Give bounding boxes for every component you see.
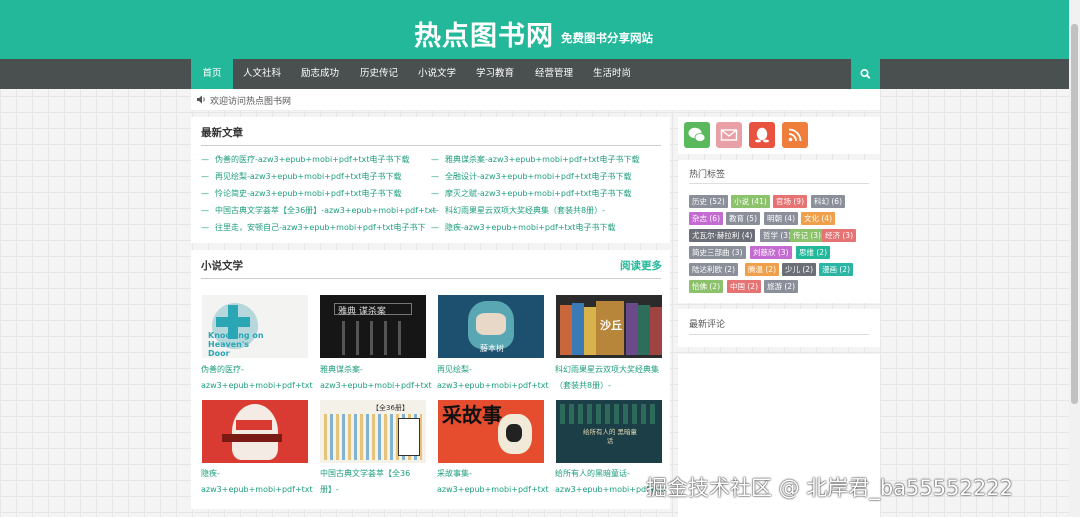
mail-button[interactable]	[716, 122, 742, 148]
tags-panel: 热门标签 历史 (52) 小说 (41) 官场 (9) 科幻 (6) 杂志 (6) 教育 …	[678, 160, 880, 303]
book-title-link[interactable]: 再见绘梨-azw3+epub+mobi+pdf+txt	[437, 362, 549, 394]
book-cover[interactable]: 藤本树	[438, 295, 544, 358]
book-title-link[interactable]: 中国古典文学荟萃【全36 册】-	[320, 466, 432, 498]
cover-title: 藤本树	[480, 344, 504, 353]
tag-item[interactable]: 中国 (2)	[727, 280, 762, 293]
fiction-panel: 小说文学 阅读更多 Knocking on Heaven's Door 雅典 谋…	[191, 250, 670, 509]
tag-item[interactable]: 少儿 (2)	[782, 263, 817, 276]
tag-item[interactable]: 刘慈欣 (3)	[750, 246, 792, 259]
cover-title: 给所有人的 黑暗童话	[582, 428, 638, 445]
nav-motivation[interactable]: 励志成功	[294, 59, 346, 89]
article-link[interactable]: — 再见绘梨-azw3+epub+mobi+pdf+txt电子书下载	[201, 171, 402, 182]
article-link[interactable]: — 怜论简史-azw3+epub+mobi+pdf+txt电子书下载	[201, 188, 402, 199]
site-slogan: 免费图书分享网站	[561, 31, 653, 45]
cover-title: 采故事	[442, 403, 502, 427]
article-link[interactable]: — 全融设计-azw3+epub+mobi+pdf+txt电子书下载	[431, 171, 632, 182]
book-cover[interactable]: 雅典 谋杀案	[320, 295, 426, 358]
tag-item[interactable]: 漫画 (2)	[819, 263, 854, 276]
tag-item[interactable]: 历史 (52)	[689, 195, 728, 208]
divider	[689, 183, 869, 184]
nav-education[interactable]: 学习教育	[469, 59, 521, 89]
nav-fiction[interactable]: 小说文学	[411, 59, 463, 89]
tag-item[interactable]: 哲学 (3)	[760, 229, 795, 242]
tag-item[interactable]: 杂志 (6)	[689, 212, 724, 225]
notice-text: 欢迎访问热点图书网	[210, 97, 292, 107]
tag-item[interactable]: 传记 (3)	[790, 229, 825, 242]
tag-item[interactable]: 教育 (5)	[726, 212, 761, 225]
tag-item[interactable]: 陆达利欧 (2)	[689, 263, 739, 276]
site-title[interactable]: 热点图书网	[414, 14, 554, 53]
tag-item[interactable]: 尤瓦尔·赫拉利 (4)	[689, 229, 756, 242]
book-title-link[interactable]: 伪善的医疗-azw3+epub+mobi+pdf+txt	[201, 362, 313, 394]
cover-title: 【全36册】	[372, 404, 409, 412]
scrollbar-thumb[interactable]	[1071, 24, 1078, 404]
qq-icon	[755, 127, 769, 143]
speaker-icon	[197, 95, 205, 104]
article-link[interactable]: — 隐疾-azw3+epub+mobi+pdf+txt电子书下载	[431, 222, 616, 233]
article-link[interactable]: — 伪善的医疗-azw3+epub+mobi+pdf+txt电子书下载	[201, 154, 410, 165]
tag-item[interactable]: 明朝 (4)	[764, 212, 799, 225]
tags-title: 热门标签	[689, 170, 726, 180]
book-title-link[interactable]: 科幻雨果星云双项大奖经典集 （套装共8册）-	[555, 362, 667, 394]
tag-item[interactable]: 腾温 (2)	[745, 263, 780, 276]
comments-panel: 最新评论	[678, 309, 880, 347]
nav-lifestyle[interactable]: 生活时尚	[586, 59, 638, 89]
fiction-section-title: 小说文学	[201, 260, 243, 272]
wechat-button[interactable]	[684, 122, 710, 148]
tag-item[interactable]: 旅游 (2)	[764, 280, 799, 293]
nav-home[interactable]: 首页	[191, 59, 233, 89]
cover-subtext	[262, 301, 302, 327]
wechat-icon	[688, 127, 706, 142]
tag-item[interactable]: 小说 (41)	[731, 195, 770, 208]
qq-button[interactable]	[749, 122, 775, 148]
divider	[689, 334, 869, 335]
latest-articles-title: 最新文章	[201, 127, 243, 139]
cover-title: 雅典 谋杀案	[338, 307, 386, 317]
nav-humanities[interactable]: 人文社科	[236, 59, 288, 89]
read-more-link[interactable]: 阅读更多	[620, 258, 662, 273]
comments-title: 最新评论	[689, 320, 726, 330]
notice-bar: 欢迎访问热点图书网	[191, 89, 880, 111]
article-link[interactable]: — 雅典谋杀案-azw3+epub+mobi+pdf+txt电子书下载	[431, 154, 640, 165]
tag-item[interactable]: 恰佛 (2)	[689, 280, 724, 293]
social-panel	[678, 117, 880, 154]
article-link[interactable]: — 科幻雨果星云双项大奖经典集（套装共8册）-	[431, 205, 605, 216]
latest-articles-panel: 最新文章 — 伪善的医疗-azw3+epub+mobi+pdf+txt电子书下载 …	[191, 117, 670, 243]
article-link[interactable]: — 中国古典文学荟萃【全36册】-azw3+epub+mobi+pdf+txt	[201, 205, 436, 216]
book-cover[interactable]	[202, 400, 308, 463]
tag-item[interactable]: 简史三部曲 (3)	[689, 246, 746, 259]
divider	[201, 278, 661, 279]
rss-icon	[788, 128, 802, 142]
article-link[interactable]: — 往里走，安顿自己-azw3+epub+mobi+pdf+txt电子书下	[201, 222, 426, 233]
watermark: 掘金技术社区 @ 北岸君_ba55552222	[646, 476, 1013, 500]
book-title-link[interactable]: 采故事集-azw3+epub+mobi+pdf+txt	[437, 466, 549, 498]
tag-item[interactable]: 官场 (9)	[773, 195, 808, 208]
mail-icon	[720, 129, 738, 141]
book-cover[interactable]: Knocking on Heaven's Door	[202, 295, 308, 358]
main-navbar: 首页 人文社科 励志成功 历史传记 小说文学 学习教育 经营管理 生活时尚	[0, 59, 1080, 89]
cover-title: 沙丘	[600, 319, 622, 332]
tag-item[interactable]: 经济 (3)	[822, 229, 857, 242]
tag-item[interactable]: 文化 (4)	[801, 212, 836, 225]
tag-item[interactable]: 科幻 (6)	[811, 195, 846, 208]
book-cover[interactable]: 给所有人的 黑暗童话	[556, 400, 662, 463]
book-title-link[interactable]: 雅典谋杀案-azw3+epub+mobi+pdf+txt	[320, 362, 432, 394]
site-header: 热点图书网 免费图书分享网站	[0, 0, 1080, 59]
search-icon	[860, 69, 871, 79]
search-button[interactable]	[851, 59, 880, 89]
book-cover[interactable]: 沙丘	[556, 295, 662, 358]
nav-history[interactable]: 历史传记	[353, 59, 405, 89]
nav-management[interactable]: 经营管理	[528, 59, 580, 89]
page-scrollbar[interactable]	[1069, 0, 1080, 517]
cover-title: Knocking on Heaven's Door	[208, 331, 264, 358]
rss-button[interactable]	[782, 122, 808, 148]
divider	[201, 145, 661, 146]
article-link[interactable]: — 摩灭之赋-azw3+epub+mobi+pdf+txt电子书下载	[431, 188, 632, 199]
tag-item[interactable]: 思维 (2)	[796, 246, 831, 259]
book-title-link[interactable]: 隐疾-azw3+epub+mobi+pdf+txt	[201, 466, 313, 498]
book-cover[interactable]: 采故事	[438, 400, 544, 463]
book-cover[interactable]: 【全36册】	[320, 400, 426, 463]
